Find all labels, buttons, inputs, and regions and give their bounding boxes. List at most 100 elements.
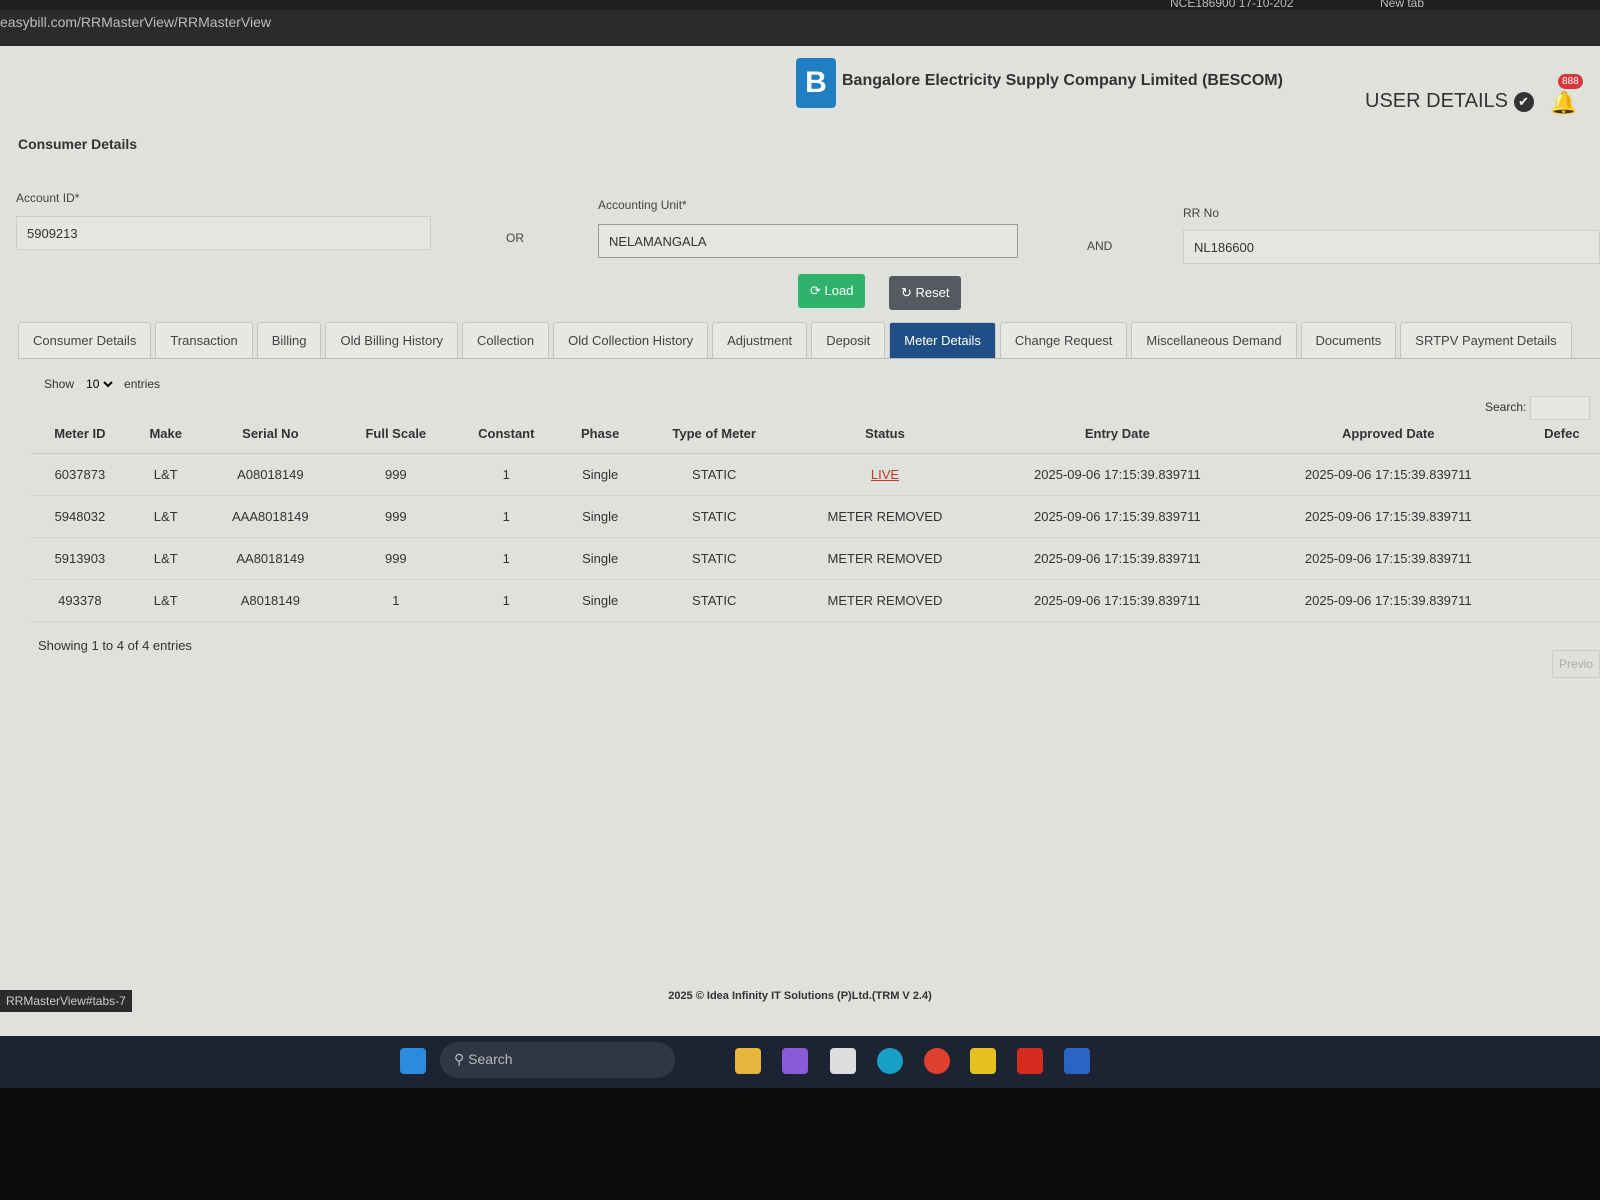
table-header-row: Meter ID Make Serial No Full Scale Constant P…	[30, 414, 1600, 454]
section-title: Consumer Details	[18, 136, 138, 152]
table-cell: AAA8018149	[201, 495, 339, 538]
table-row: 5913903 L&T AA8018149 999 1 Single STATIC METER…	[30, 537, 1600, 580]
footer: 2025 © Idea Infinity IT Solutions (P)Ltd…	[668, 990, 932, 1002]
tab-consumer-details[interactable]: Consumer Details	[18, 322, 152, 358]
table-cell: L&T	[129, 453, 202, 496]
table-cell: 2025-09-06 17:15:39.839711	[981, 495, 1253, 538]
rr-no-input[interactable]: NL186600	[1183, 230, 1600, 264]
table-cell: AA8018149	[201, 537, 339, 580]
load-label: Load	[824, 283, 854, 298]
table-cell: STATIC	[640, 495, 788, 538]
table-cell: 999	[338, 495, 453, 538]
table-cell: A8018149	[201, 579, 339, 622]
table-cell: 1	[452, 579, 560, 622]
tab-deposit[interactable]: Deposit	[811, 322, 886, 358]
user-details-label: USER DETAILS	[1365, 90, 1508, 112]
tab-meter-details[interactable]: Meter Details	[889, 322, 996, 358]
table-cell: L&T	[129, 495, 202, 538]
column-header[interactable]: Phase	[559, 414, 641, 454]
reset-label: Reset	[915, 285, 950, 300]
windows-start-icon[interactable]	[400, 1048, 426, 1074]
chevron-down-icon: ✔	[1513, 91, 1534, 112]
browser-tab-new[interactable]: New tab	[1380, 0, 1424, 10]
tab-change-request[interactable]: Change Request	[999, 322, 1128, 358]
chrome-icon[interactable]	[924, 1048, 950, 1074]
column-header[interactable]: Meter ID	[30, 414, 130, 454]
table-cell: 6037873	[30, 453, 130, 496]
bell-icon[interactable]: 🔔	[1550, 90, 1577, 116]
taskbar-search-label: Search	[468, 1051, 513, 1067]
tab-transaction[interactable]: Transaction	[155, 322, 253, 358]
entries-select[interactable]: 10	[82, 376, 117, 392]
table-cell: 5913903	[30, 537, 130, 580]
notification-badge: 888	[1558, 74, 1583, 89]
table-cell: 999	[338, 453, 453, 496]
acrobat-icon[interactable]	[1017, 1048, 1043, 1074]
address-bar[interactable]: easybill.com/RRMasterView/RRMasterView	[0, 14, 271, 30]
previous-button[interactable]: Previo	[1552, 650, 1600, 678]
tab-billing[interactable]: Billing	[256, 322, 322, 358]
spinner-icon: ⟳	[810, 283, 825, 298]
column-header[interactable]: Constant	[452, 414, 560, 454]
taskbar: ⚲ Search	[0, 1036, 1600, 1088]
page: B Bangalore Electricity Supply Company L…	[0, 46, 1600, 1036]
tab-old-billing-history[interactable]: Old Billing History	[325, 322, 459, 358]
table-cell[interactable]: LIVE	[787, 453, 982, 496]
table-cell: 1	[452, 453, 560, 496]
tab-miscellaneous-demand[interactable]: Miscellaneous Demand	[1131, 322, 1297, 358]
copilot-icon[interactable]	[782, 1048, 808, 1074]
refresh-icon: ↻	[901, 285, 916, 300]
show-label: Show	[44, 377, 75, 391]
tab-documents[interactable]: Documents	[1300, 322, 1397, 358]
table-cell: STATIC	[640, 579, 788, 622]
rr-no-label: RR No	[1183, 206, 1220, 220]
table-cell: Single	[559, 579, 641, 622]
tab-srtpv-payment-details[interactable]: SRTPV Payment Details	[1400, 322, 1572, 358]
column-header[interactable]: Status	[787, 414, 982, 454]
accounting-unit-select[interactable]: NELAMANGALA	[598, 224, 1018, 258]
taskbar-search[interactable]: ⚲ Search	[440, 1042, 675, 1078]
table-cell: 1	[452, 537, 560, 580]
monitor-bezel	[0, 1088, 1600, 1200]
table-cell	[1523, 537, 1600, 580]
bescom-logo: B	[796, 58, 836, 108]
table-cell: L&T	[129, 537, 202, 580]
meter-table: Meter ID Make Serial No Full Scale Constant P…	[30, 414, 1600, 622]
table-cell: 2025-09-06 17:15:39.839711	[1252, 453, 1524, 496]
column-header[interactable]: Entry Date	[981, 414, 1253, 454]
table-cell: STATIC	[640, 453, 788, 496]
and-label: AND	[1087, 239, 1113, 253]
word-icon[interactable]	[1064, 1048, 1090, 1074]
column-header[interactable]: Defec	[1523, 414, 1600, 454]
user-details-menu[interactable]: USER DETAILS ✔	[1365, 90, 1534, 113]
tab-collection[interactable]: Collection	[462, 322, 550, 358]
column-header[interactable]: Serial No	[201, 414, 339, 454]
load-button[interactable]: ⟳ Load	[798, 274, 866, 308]
search-icon: ⚲	[454, 1051, 469, 1067]
search-label: Search:	[1485, 400, 1527, 415]
table-cell	[1523, 495, 1600, 538]
table-cell: 2025-09-06 17:15:39.839711	[1252, 495, 1524, 538]
store-icon[interactable]	[830, 1048, 856, 1074]
reset-button[interactable]: ↻ Reset	[889, 276, 962, 310]
app-icon[interactable]	[970, 1048, 996, 1074]
tab-adjustment[interactable]: Adjustment	[712, 322, 808, 358]
table-cell	[1523, 579, 1600, 622]
file-explorer-icon[interactable]	[735, 1048, 761, 1074]
browser-tab[interactable]: NCE186900 17-10-202	[1170, 0, 1293, 10]
tab-old-collection-history[interactable]: Old Collection History	[553, 322, 709, 358]
edge-icon[interactable]	[877, 1048, 903, 1074]
company-title: Bangalore Electricity Supply Company Lim…	[842, 72, 1283, 89]
column-header[interactable]: Approved Date	[1252, 414, 1524, 454]
column-header[interactable]: Type of Meter	[640, 414, 788, 454]
entries-label: entries	[124, 377, 161, 391]
account-id-input[interactable]: 5909213	[16, 216, 431, 250]
table-row: 6037873 L&T A08018149 999 1 Single STATIC LIVE 2…	[30, 453, 1600, 496]
table-cell: 2025-09-06 17:15:39.839711	[981, 579, 1253, 622]
table-cell: 1	[452, 495, 560, 538]
table-cell: Single	[559, 537, 641, 580]
column-header[interactable]: Full Scale	[338, 414, 453, 454]
table-cell: L&T	[129, 579, 202, 622]
column-header[interactable]: Make	[129, 414, 202, 454]
table-info: Showing 1 to 4 of 4 entries	[38, 638, 192, 653]
